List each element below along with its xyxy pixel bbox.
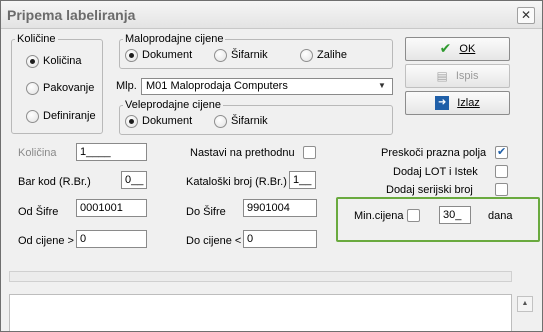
- kolicina-field-label: Količina: [18, 147, 57, 159]
- kolicina-input[interactable]: 1____: [76, 143, 147, 161]
- ispis-button[interactable]: ▤ Ispis: [405, 64, 510, 88]
- preskoci-label: Preskoči prazna polja: [381, 147, 487, 159]
- min-cijena-days-input[interactable]: 30_: [439, 206, 471, 224]
- min-cijena-unit: dana: [488, 210, 513, 222]
- od-cijene-input[interactable]: 0: [76, 230, 147, 248]
- printer-icon: ▤: [436, 69, 448, 83]
- vp-sifarnik-radio[interactable]: [214, 115, 227, 128]
- lot-label: Dodaj LOT i Istek: [393, 166, 478, 178]
- min-cijena-checkbox[interactable]: [407, 209, 420, 222]
- pakovanje-radio-label: Pakovanje: [43, 82, 95, 94]
- nastavi-checkbox[interactable]: [303, 146, 316, 159]
- bar-kod-input[interactable]: 0__: [121, 171, 147, 189]
- mp-dokument-label: Dokument: [142, 49, 193, 61]
- vp-sifarnik-label: Šifarnik: [231, 115, 268, 127]
- chevron-down-icon[interactable]: ▼: [378, 81, 386, 90]
- katalog-label: Kataloški broj (R.Br.): [186, 176, 287, 188]
- kolicina-radio-label: Količina: [43, 55, 82, 67]
- kolicine-group-title: Količine: [15, 33, 58, 45]
- do-sifre-label: Do Šifre: [186, 206, 226, 218]
- ispis-button-label: Ispis: [455, 70, 479, 82]
- definiranje-radio[interactable]: [26, 110, 39, 123]
- od-sifre-label: Od Šifre: [18, 206, 59, 218]
- log-panel: [9, 294, 512, 331]
- ok-button-label: OK: [459, 43, 476, 55]
- maloprodajne-group-title: Maloprodajne cijene: [123, 33, 226, 45]
- nastavi-label: Nastavi na prethodnu: [190, 147, 295, 159]
- ok-button[interactable]: ✔ OK: [405, 37, 510, 61]
- definiranje-radio-label: Definiranje: [43, 110, 96, 122]
- scroll-up-icon[interactable]: ▲: [517, 296, 533, 312]
- progress-divider: [9, 271, 512, 282]
- izlaz-button-label: Izlaz: [457, 97, 480, 109]
- dialog-window: Pripema labeliranja ✕ Količine Količina …: [0, 0, 543, 332]
- kolicina-radio[interactable]: [26, 55, 39, 68]
- mp-sifarnik-radio[interactable]: [214, 49, 227, 62]
- mp-zalihe-radio[interactable]: [300, 49, 313, 62]
- od-sifre-input[interactable]: 0001001: [76, 199, 147, 217]
- serijski-checkbox[interactable]: [495, 183, 508, 196]
- exit-icon: ➜: [435, 96, 450, 110]
- vp-dokument-label: Dokument: [142, 115, 193, 127]
- izlaz-button[interactable]: ➜ Izlaz: [405, 91, 510, 115]
- od-cijene-label: Od cijene >: [18, 235, 74, 247]
- mlp-select[interactable]: M01 Maloprodaja Computers: [141, 78, 393, 95]
- do-cijene-label: Do cijene <: [186, 235, 242, 247]
- veleprodajne-group-title: Veleprodajne cijene: [123, 99, 224, 111]
- mp-dokument-radio[interactable]: [125, 49, 138, 62]
- pakovanje-radio[interactable]: [26, 82, 39, 95]
- min-cijena-label: Min.cijena: [354, 210, 404, 222]
- bar-kod-label: Bar kod (R.Br.): [18, 176, 91, 188]
- title-bar: Pripema labeliranja ✕: [1, 1, 542, 29]
- window-title: Pripema labeliranja: [7, 7, 136, 23]
- mp-zalihe-label: Zalihe: [317, 49, 347, 61]
- vp-dokument-radio[interactable]: [125, 115, 138, 128]
- mp-sifarnik-label: Šifarnik: [231, 49, 268, 61]
- serijski-label: Dodaj serijski broj: [386, 184, 473, 196]
- preskoci-checkbox[interactable]: [495, 145, 508, 159]
- mlp-label: Mlp.: [116, 80, 137, 92]
- close-button[interactable]: ✕: [517, 7, 535, 24]
- katalog-input[interactable]: 1__: [289, 171, 316, 189]
- checkmark-icon: ✔: [439, 41, 452, 57]
- do-sifre-input[interactable]: 9901004: [243, 199, 317, 217]
- do-cijene-input[interactable]: 0: [243, 230, 317, 248]
- lot-checkbox[interactable]: [495, 165, 508, 178]
